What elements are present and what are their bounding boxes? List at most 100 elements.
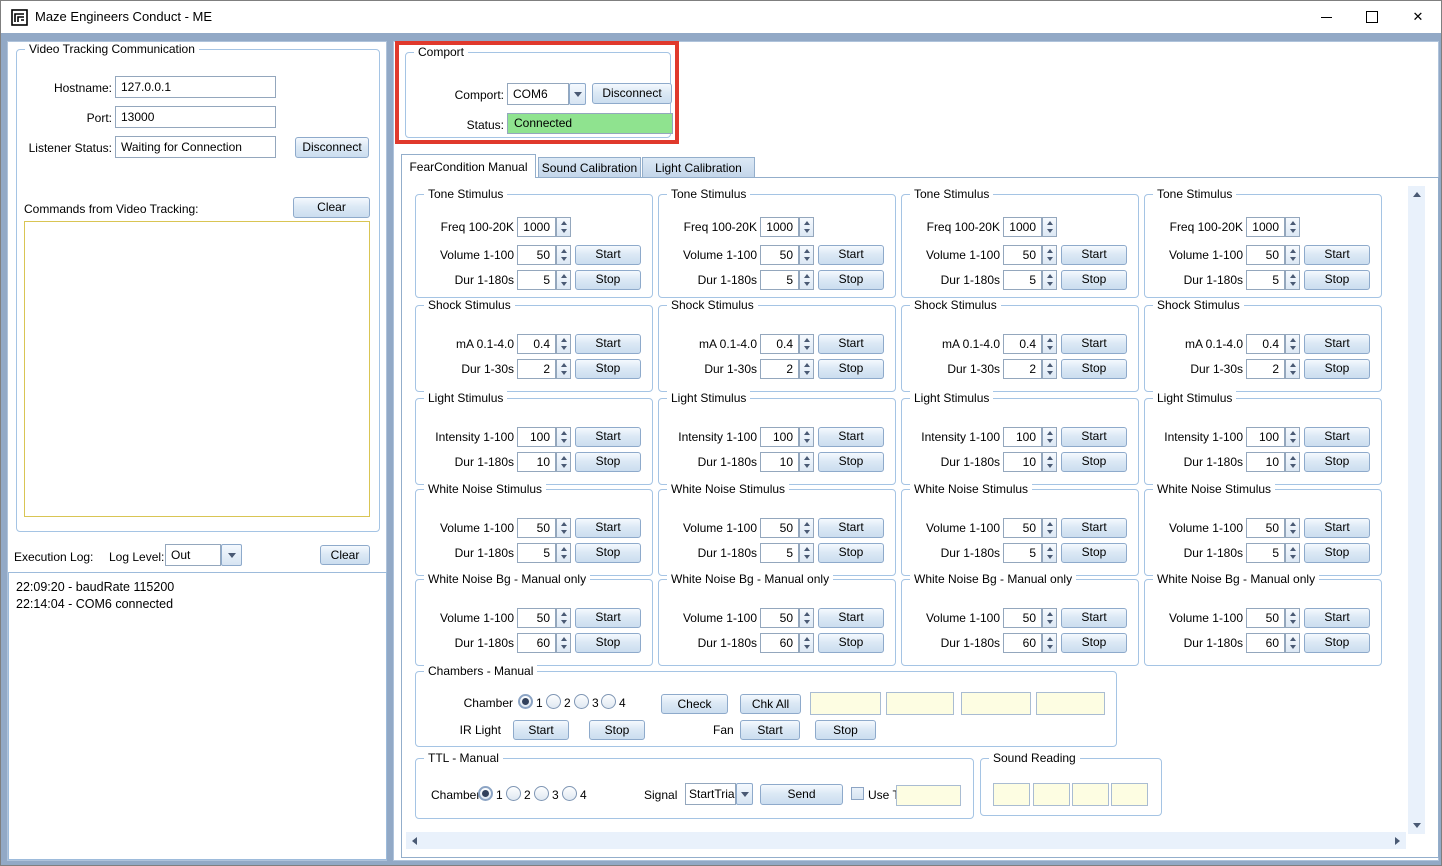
freq-spinner-buttons[interactable] <box>1285 217 1300 237</box>
shock-stop-button[interactable]: Stop <box>1304 359 1370 379</box>
comport-value[interactable]: COM6 <box>507 83 569 105</box>
shock-start-button[interactable]: Start <box>1061 334 1127 354</box>
tone-start-button[interactable]: Start <box>818 245 884 265</box>
white-noise-bg-stop-button[interactable]: Stop <box>575 633 641 653</box>
volume-spinner-value[interactable]: 50 <box>760 245 799 265</box>
volume-spinner-value[interactable]: 50 <box>1246 245 1285 265</box>
duration-spinner-value[interactable]: 60 <box>760 633 799 653</box>
commands-clear-button[interactable]: Clear <box>293 197 370 218</box>
duration-spinner-buttons[interactable] <box>1042 452 1057 472</box>
white-noise-bg-stop-button[interactable]: Stop <box>1304 633 1370 653</box>
duration-spinner-buttons[interactable] <box>556 270 571 290</box>
light-start-button[interactable]: Start <box>818 427 884 447</box>
duration-spinner-buttons[interactable] <box>1285 452 1300 472</box>
tab-sound-calibration[interactable]: Sound Calibration <box>538 157 641 178</box>
light-stop-button[interactable]: Stop <box>818 452 884 472</box>
white-noise-bg-stop-button[interactable]: Stop <box>1061 633 1127 653</box>
freq-spinner-value[interactable]: 1000 <box>760 217 799 237</box>
intensity-spinner-value[interactable]: 100 <box>1246 427 1285 447</box>
volume-spinner-buttons[interactable] <box>556 608 571 628</box>
shock-start-button[interactable]: Start <box>575 334 641 354</box>
tone-stop-button[interactable]: Stop <box>1061 270 1127 290</box>
chamber-radio-1[interactable] <box>518 694 533 709</box>
ma-spinner-value[interactable]: 0.4 <box>517 334 556 354</box>
white-noise-stop-button[interactable]: Stop <box>1061 543 1127 563</box>
duration-spinner-buttons[interactable] <box>1042 633 1057 653</box>
duration-spinner-value[interactable]: 5 <box>1003 270 1042 290</box>
duration-spinner-buttons[interactable] <box>799 543 814 563</box>
white-noise-stop-button[interactable]: Stop <box>575 543 641 563</box>
duration-spinner-buttons[interactable] <box>556 543 571 563</box>
white-noise-bg-start-button[interactable]: Start <box>1061 608 1127 628</box>
intensity-spinner-buttons[interactable] <box>1285 427 1300 447</box>
volume-spinner-buttons[interactable] <box>1285 245 1300 265</box>
volume-spinner-buttons[interactable] <box>1042 608 1057 628</box>
chamber-radio-3[interactable] <box>574 694 589 709</box>
white-noise-start-button[interactable]: Start <box>1061 518 1127 538</box>
tone-stop-button[interactable]: Stop <box>818 270 884 290</box>
duration-spinner-value[interactable]: 5 <box>517 270 556 290</box>
volume-spinner-value[interactable]: 50 <box>1003 245 1042 265</box>
use-ttl-checkbox[interactable] <box>851 787 864 800</box>
volume-spinner-value[interactable]: 50 <box>1003 608 1042 628</box>
duration-spinner-buttons[interactable] <box>1285 270 1300 290</box>
duration-spinner-value[interactable]: 10 <box>760 452 799 472</box>
intensity-spinner-buttons[interactable] <box>556 427 571 447</box>
ir-light-start-button[interactable]: Start <box>513 720 569 740</box>
duration-spinner-value[interactable]: 2 <box>1246 359 1285 379</box>
log-level-dropdown-button[interactable] <box>221 544 242 566</box>
close-button[interactable]: ✕ <box>1395 1 1441 33</box>
volume-spinner-value[interactable]: 50 <box>517 245 556 265</box>
duration-spinner-value[interactable]: 10 <box>517 452 556 472</box>
duration-spinner-buttons[interactable] <box>799 359 814 379</box>
duration-spinner-value[interactable]: 5 <box>760 543 799 563</box>
white-noise-bg-stop-button[interactable]: Stop <box>818 633 884 653</box>
ttl-radio-1[interactable] <box>478 786 493 801</box>
minimize-button[interactable] <box>1303 1 1349 33</box>
duration-spinner-value[interactable]: 2 <box>1003 359 1042 379</box>
tone-stop-button[interactable]: Stop <box>1304 270 1370 290</box>
vertical-scrollbar[interactable] <box>1408 186 1425 834</box>
duration-spinner-value[interactable]: 2 <box>517 359 556 379</box>
send-button[interactable]: Send <box>760 784 843 805</box>
shock-stop-button[interactable]: Stop <box>818 359 884 379</box>
scroll-down-button[interactable] <box>1408 817 1425 834</box>
duration-spinner-value[interactable]: 2 <box>760 359 799 379</box>
intensity-spinner-value[interactable]: 100 <box>517 427 556 447</box>
scroll-left-button[interactable] <box>406 832 423 849</box>
horizontal-scrollbar[interactable] <box>406 832 1406 849</box>
shock-start-button[interactable]: Start <box>818 334 884 354</box>
volume-spinner-buttons[interactable] <box>1042 518 1057 538</box>
chk-all-button[interactable]: Chk All <box>740 694 801 714</box>
duration-spinner-buttons[interactable] <box>799 452 814 472</box>
commands-textarea[interactable] <box>24 221 370 517</box>
tone-stop-button[interactable]: Stop <box>575 270 641 290</box>
tab-light-calibration[interactable]: Light Calibration <box>642 157 755 178</box>
log-level-value[interactable]: Out <box>165 544 221 566</box>
duration-spinner-value[interactable]: 60 <box>1003 633 1042 653</box>
volume-spinner-value[interactable]: 50 <box>1246 518 1285 538</box>
duration-spinner-value[interactable]: 5 <box>1003 543 1042 563</box>
fan-start-button[interactable]: Start <box>740 720 800 740</box>
duration-spinner-buttons[interactable] <box>1285 633 1300 653</box>
hostname-field[interactable]: 127.0.0.1 <box>115 76 276 98</box>
white-noise-stop-button[interactable]: Stop <box>818 543 884 563</box>
ttl-radio-3[interactable] <box>534 786 549 801</box>
ma-spinner-value[interactable]: 0.4 <box>760 334 799 354</box>
light-start-button[interactable]: Start <box>1061 427 1127 447</box>
duration-spinner-buttons[interactable] <box>556 359 571 379</box>
signal-dropdown-button[interactable] <box>736 783 753 805</box>
volume-spinner-value[interactable]: 50 <box>517 518 556 538</box>
freq-spinner-value[interactable]: 1000 <box>517 217 556 237</box>
white-noise-start-button[interactable]: Start <box>575 518 641 538</box>
duration-spinner-buttons[interactable] <box>556 452 571 472</box>
intensity-spinner-value[interactable]: 100 <box>760 427 799 447</box>
freq-spinner-value[interactable]: 1000 <box>1003 217 1042 237</box>
freq-spinner-buttons[interactable] <box>799 217 814 237</box>
duration-spinner-buttons[interactable] <box>556 633 571 653</box>
duration-spinner-value[interactable]: 10 <box>1246 452 1285 472</box>
comport-disconnect-button[interactable]: Disconnect <box>592 83 672 104</box>
ma-spinner-buttons[interactable] <box>1285 334 1300 354</box>
ma-spinner-buttons[interactable] <box>1042 334 1057 354</box>
scroll-right-button[interactable] <box>1389 832 1406 849</box>
